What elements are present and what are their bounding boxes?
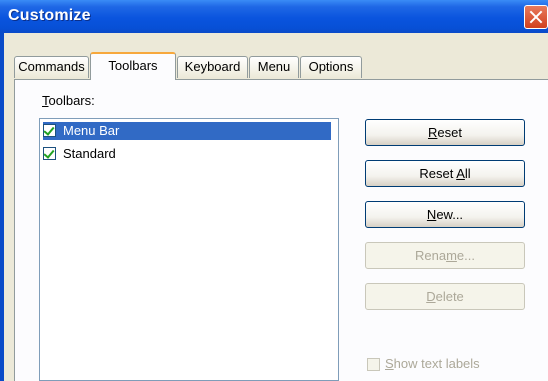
tab-menu-label: Menu bbox=[257, 59, 291, 74]
tab-commands[interactable]: Commands bbox=[14, 56, 89, 78]
reset-all-button[interactable]: Reset All bbox=[365, 160, 525, 187]
show-text-labels-label: Show text labels bbox=[385, 356, 480, 371]
list-item[interactable]: Menu Bar bbox=[43, 122, 331, 140]
list-item-label: Menu Bar bbox=[63, 123, 120, 138]
close-icon[interactable] bbox=[524, 5, 548, 29]
rename-button[interactable]: Rename... bbox=[365, 242, 525, 269]
toolbars-label: Toolbars: bbox=[42, 93, 95, 108]
customize-dialog: Customize Commands Toolbars Keyboard Men… bbox=[0, 0, 548, 381]
title-bar[interactable]: Customize bbox=[0, 0, 548, 33]
toolbar-list[interactable]: Menu Bar Standard bbox=[39, 118, 339, 381]
tab-menu[interactable]: Menu bbox=[249, 56, 299, 78]
tab-commands-label: Commands bbox=[18, 59, 85, 74]
tab-toolbars-label: Toolbars bbox=[108, 58, 158, 73]
delete-button[interactable]: Delete bbox=[365, 283, 525, 310]
new-button[interactable]: New... bbox=[365, 201, 525, 228]
checkmark-icon bbox=[43, 147, 55, 159]
tab-toolbars[interactable]: Toolbars bbox=[90, 52, 176, 80]
window-title: Customize bbox=[8, 7, 91, 24]
reset-button[interactable]: Reset bbox=[365, 119, 525, 146]
checkbox[interactable] bbox=[43, 147, 56, 160]
window-frame-left bbox=[0, 33, 4, 381]
checkbox[interactable] bbox=[43, 124, 56, 137]
tab-options-label: Options bbox=[308, 59, 354, 74]
checkbox[interactable] bbox=[367, 358, 380, 371]
tab-keyboard[interactable]: Keyboard bbox=[177, 56, 248, 78]
list-item-label: Standard bbox=[63, 146, 116, 161]
tab-keyboard-label: Keyboard bbox=[184, 59, 241, 74]
checkmark-icon bbox=[43, 124, 55, 136]
tab-options[interactable]: Options bbox=[300, 56, 362, 78]
